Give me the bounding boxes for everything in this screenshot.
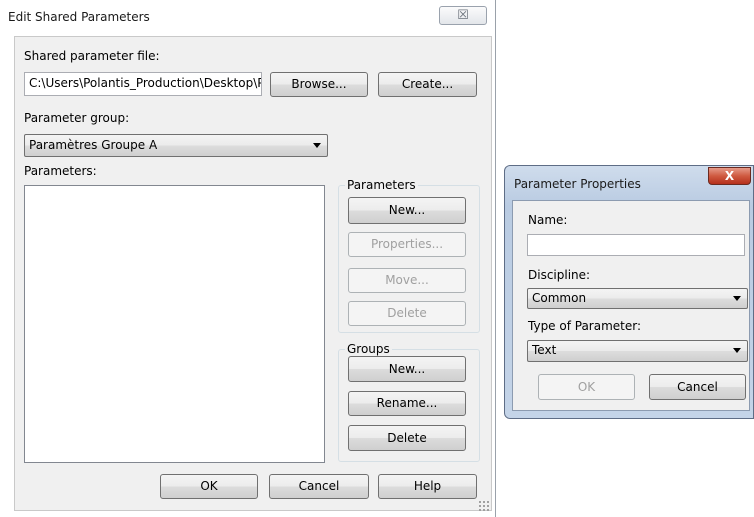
type-of-parameter-select[interactable]: Text [527, 340, 748, 362]
parameters-list-label: Parameters: [24, 164, 97, 178]
properties-close-button[interactable]: X [708, 167, 751, 185]
resize-grip[interactable] [478, 500, 490, 512]
edit-shared-parameters-dialog: Edit Shared Parameters ☒ Shared paramete… [0, 0, 497, 517]
discipline-value: Common [532, 291, 587, 305]
title-bar: Edit Shared Parameters ☒ [0, 0, 497, 32]
shared-file-path-field[interactable]: C:\Users\Polantis_Production\Desktop\Pa [24, 72, 262, 96]
rename-group-button[interactable]: Rename... [348, 391, 466, 416]
parameter-group-select[interactable]: Paramètres Groupe A [24, 134, 328, 157]
ok-button[interactable]: OK [160, 474, 258, 499]
parameter-group-label: Parameter group: [24, 111, 130, 125]
discipline-label: Discipline: [528, 268, 591, 282]
chevron-down-icon [733, 348, 741, 353]
parameter-group-value: Paramètres Groupe A [29, 138, 158, 152]
chevron-down-icon [733, 296, 741, 301]
shared-file-label: Shared parameter file: [24, 49, 160, 63]
discipline-select[interactable]: Common [527, 288, 748, 309]
groups-groupbox-title: Groups [345, 342, 392, 356]
delete-parameter-button[interactable]: Delete [348, 301, 466, 326]
parameters-groupbox-title: Parameters [345, 178, 418, 192]
properties-button[interactable]: Properties... [348, 232, 466, 257]
help-button[interactable]: Help [378, 474, 477, 499]
properties-dialog-title: Parameter Properties [514, 177, 641, 191]
name-label: Name: [528, 213, 568, 227]
create-button[interactable]: Create... [378, 72, 477, 97]
browse-button[interactable]: Browse... [270, 72, 368, 97]
move-button[interactable]: Move... [348, 268, 466, 293]
name-input[interactable] [527, 234, 745, 256]
new-parameter-button[interactable]: New... [348, 197, 466, 224]
properties-cancel-button[interactable]: Cancel [649, 374, 746, 400]
dialog-title: Edit Shared Parameters [8, 10, 150, 24]
new-group-button[interactable]: New... [348, 356, 466, 382]
properties-dialog-body: Name: Discipline: Common Type of Paramet… [512, 200, 750, 411]
type-of-parameter-label: Type of Parameter: [528, 319, 642, 333]
close-button[interactable]: ☒ [439, 6, 487, 25]
type-of-parameter-value: Text [532, 343, 557, 357]
close-icon: X [724, 169, 735, 183]
window-border [495, 0, 496, 517]
close-icon: ☒ [457, 8, 469, 23]
properties-ok-button[interactable]: OK [538, 374, 635, 400]
cancel-button[interactable]: Cancel [269, 474, 369, 499]
chevron-down-icon [313, 143, 321, 148]
parameters-list[interactable] [24, 185, 325, 463]
delete-group-button[interactable]: Delete [348, 425, 466, 451]
parameter-properties-dialog: Parameter Properties X Name: Discipline:… [504, 165, 754, 419]
